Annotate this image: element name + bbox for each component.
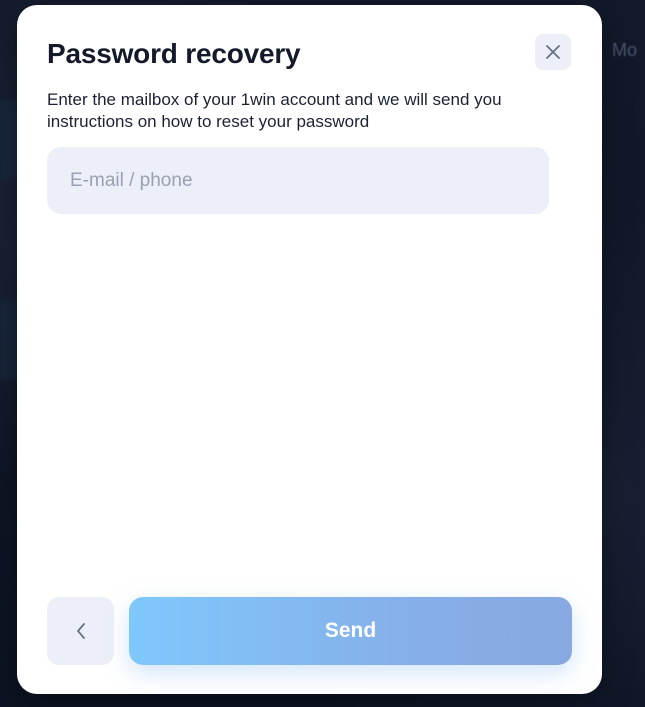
back-button[interactable] bbox=[47, 597, 114, 665]
modal-description: Enter the mailbox of your 1win account a… bbox=[47, 90, 502, 131]
password-recovery-modal: Password recovery Enter the mailbox of y… bbox=[17, 5, 602, 694]
modal-title: Password recovery bbox=[47, 38, 301, 69]
close-icon bbox=[545, 44, 561, 60]
close-button[interactable] bbox=[535, 34, 571, 70]
email-phone-input[interactable] bbox=[47, 147, 549, 214]
send-button[interactable]: Send bbox=[129, 597, 572, 665]
chevron-left-icon bbox=[75, 622, 87, 640]
backdrop-text: Mo bbox=[612, 40, 638, 60]
